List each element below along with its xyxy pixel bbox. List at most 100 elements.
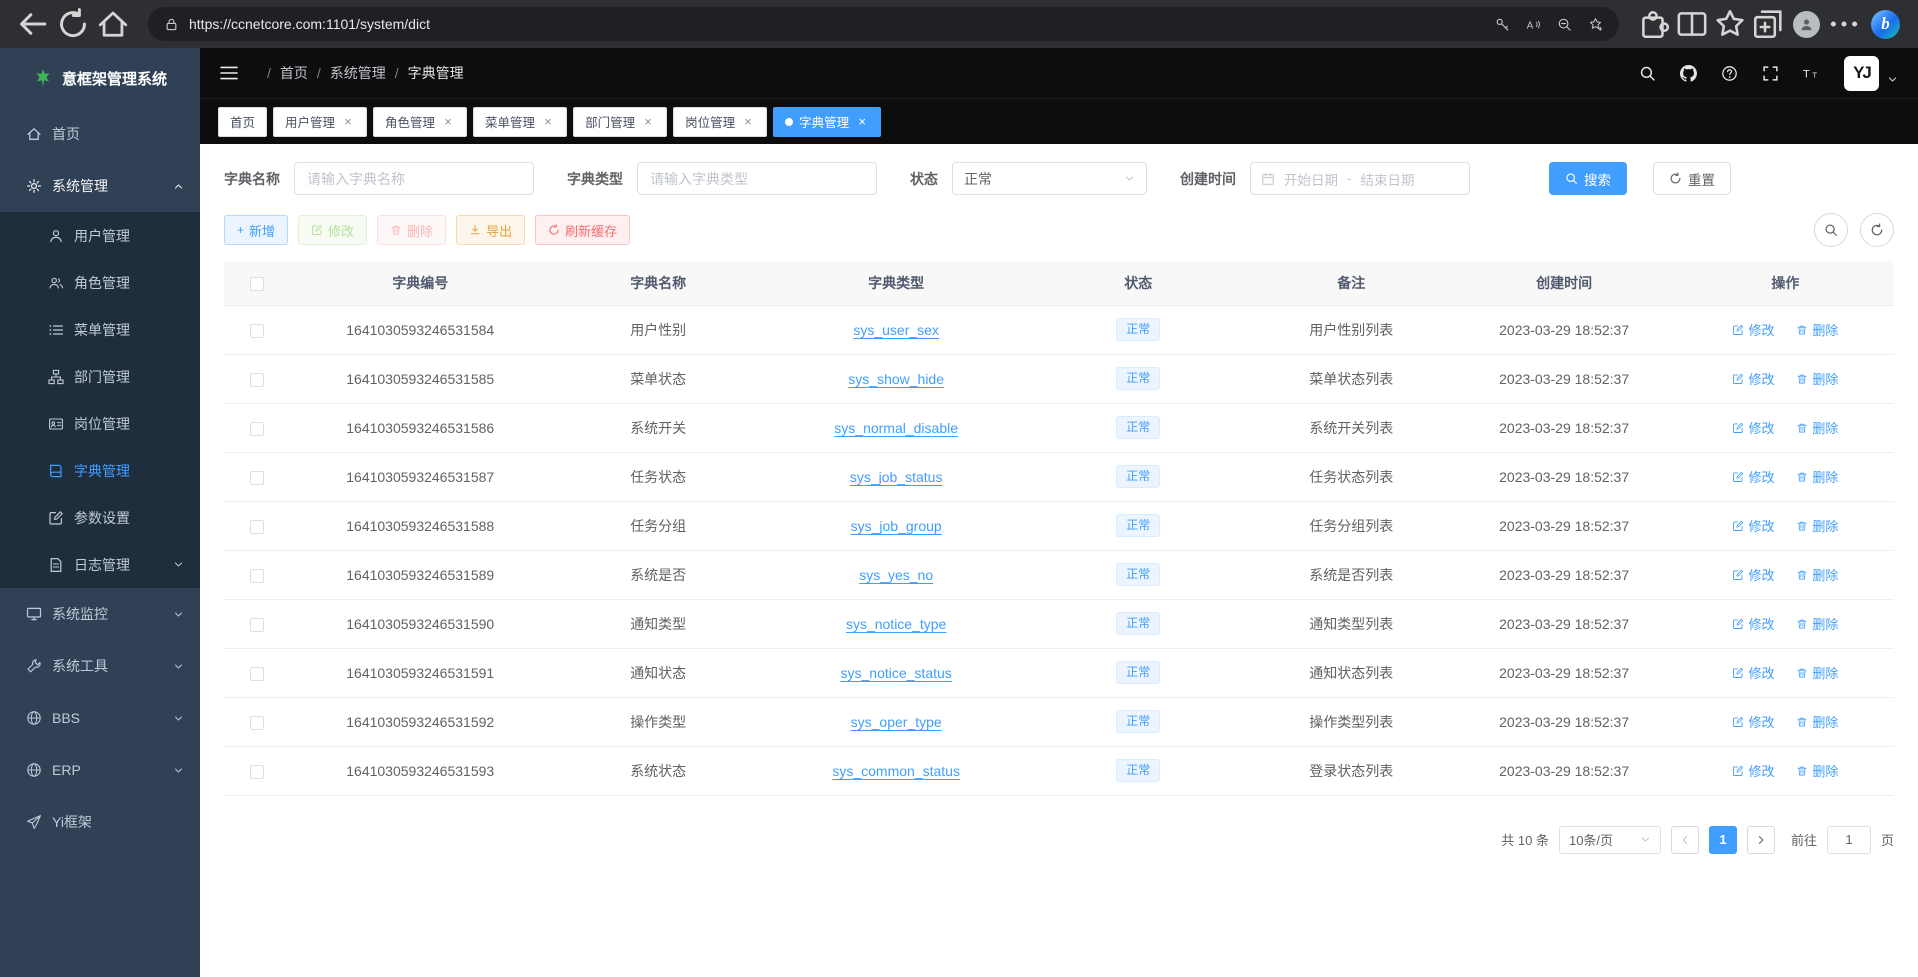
select-all-checkbox[interactable] [250,277,264,291]
row-checkbox[interactable] [250,422,264,436]
row-checkbox[interactable] [250,324,264,338]
page-size-select[interactable]: 10条/页 [1559,826,1661,854]
row-checkbox[interactable] [250,373,264,387]
profile-avatar[interactable] [1789,7,1823,41]
dict-type-link[interactable]: sys_normal_disable [834,420,958,436]
sidebar-item[interactable]: 角色管理 [0,259,200,306]
toolbar-button[interactable]: + 新增 [224,215,288,245]
sidebar-item[interactable]: 岗位管理 [0,400,200,447]
tab[interactable]: 岗位管理 × [673,107,767,137]
favorites-star-icon[interactable] [1713,7,1747,41]
sidebar-item[interactable]: 日志管理 [0,541,200,588]
dict-type-link[interactable]: sys_user_sex [853,322,939,338]
toolbar-button[interactable]: 修改 [298,215,367,245]
row-checkbox[interactable] [250,520,264,534]
toolbar-button[interactable]: 导出 [456,215,525,245]
breadcrumb-item[interactable]: 首页 [280,63,308,83]
row-edit-link[interactable]: 修改 [1732,516,1774,535]
dict-type-link[interactable]: sys_notice_type [846,616,946,632]
tab[interactable]: 用户管理 × [273,107,367,137]
dict-type-input[interactable] [637,162,877,195]
dict-name-input[interactable] [294,162,534,195]
search-icon[interactable] [1639,65,1656,82]
url-text[interactable]: https://ccnetcore.com:1101/system/dict [189,16,1485,32]
key-icon[interactable] [1495,17,1510,32]
row-edit-link[interactable]: 修改 [1732,614,1774,633]
dict-type-link[interactable]: sys_show_hide [848,371,944,387]
row-edit-link[interactable]: 修改 [1732,663,1774,682]
font-size-icon[interactable]: TT [1803,65,1820,82]
next-page-button[interactable] [1747,826,1775,854]
row-edit-link[interactable]: 修改 [1732,467,1774,486]
tab[interactable]: 首页 [218,107,267,137]
hamburger-icon[interactable] [220,64,238,82]
fullscreen-icon[interactable] [1762,65,1779,82]
dict-type-link[interactable]: sys_job_status [850,469,943,485]
toggle-search-button[interactable] [1814,213,1848,247]
dict-type-link[interactable]: sys_yes_no [859,567,933,583]
sidebar-item[interactable]: 用户管理 [0,212,200,259]
github-icon[interactable] [1680,65,1697,82]
star-plus-icon[interactable] [1588,17,1603,32]
question-circle-icon[interactable] [1721,65,1738,82]
row-delete-link[interactable]: 删除 [1796,565,1838,584]
search-button[interactable]: 搜索 [1549,162,1627,195]
row-edit-link[interactable]: 修改 [1732,712,1774,731]
row-checkbox[interactable] [250,765,264,779]
date-range-picker[interactable]: 开始日期 - 结束日期 [1250,162,1470,195]
row-edit-link[interactable]: 修改 [1732,369,1774,388]
back-icon[interactable] [16,7,50,41]
row-delete-link[interactable]: 删除 [1796,614,1838,633]
row-delete-link[interactable]: 删除 [1796,418,1838,437]
toolbar-button[interactable]: 删除 [377,215,446,245]
home-icon[interactable] [96,7,130,41]
tab[interactable]: 角色管理 × [373,107,467,137]
sidebar-item[interactable]: 系统监控 [0,588,200,640]
address-bar[interactable]: https://ccnetcore.com:1101/system/dict A [148,7,1619,41]
row-edit-link[interactable]: 修改 [1732,761,1774,780]
split-screen-icon[interactable] [1675,7,1709,41]
sidebar-item[interactable]: 部门管理 [0,353,200,400]
sidebar-item[interactable]: BBS [0,692,200,744]
reset-button[interactable]: 重置 [1653,162,1731,195]
row-edit-link[interactable]: 修改 [1732,418,1774,437]
close-icon[interactable]: × [341,115,355,129]
row-edit-link[interactable]: 修改 [1732,320,1774,339]
caret-down-icon[interactable] [1887,74,1898,85]
yi-logo[interactable]: YJ [1844,56,1879,91]
breadcrumb-item[interactable]: 系统管理 [330,63,386,83]
refresh-icon[interactable] [56,7,90,41]
sidebar-item[interactable]: ERP [0,744,200,796]
row-delete-link[interactable]: 删除 [1796,369,1838,388]
close-icon[interactable]: × [541,115,555,129]
status-select[interactable]: 正常 [952,162,1147,195]
close-icon[interactable]: × [441,115,455,129]
breadcrumb-item[interactable]: 字典管理 [408,63,464,83]
read-aloud-icon[interactable]: A [1526,17,1541,32]
tab[interactable]: 菜单管理 × [473,107,567,137]
copilot-icon[interactable]: b [1871,10,1900,39]
zoom-out-icon[interactable] [1557,17,1572,32]
sidebar-item[interactable]: 参数设置 [0,494,200,541]
row-checkbox[interactable] [250,569,264,583]
puzzle-icon[interactable] [1637,7,1671,41]
sidebar-item[interactable]: 系统管理 [0,160,200,212]
row-checkbox[interactable] [250,471,264,485]
row-delete-link[interactable]: 删除 [1796,663,1838,682]
tab[interactable]: 字典管理 × [773,107,881,137]
dict-type-link[interactable]: sys_common_status [832,763,960,779]
goto-page-input[interactable] [1827,826,1871,854]
sidebar-item[interactable]: 菜单管理 [0,306,200,353]
dict-type-link[interactable]: sys_oper_type [851,714,942,730]
row-delete-link[interactable]: 删除 [1796,712,1838,731]
row-edit-link[interactable]: 修改 [1732,565,1774,584]
close-icon[interactable]: × [641,115,655,129]
row-delete-link[interactable]: 删除 [1796,761,1838,780]
dict-type-link[interactable]: sys_job_group [851,518,942,534]
prev-page-button[interactable] [1671,826,1699,854]
tab[interactable]: 部门管理 × [573,107,667,137]
current-page-button[interactable]: 1 [1709,826,1737,854]
row-delete-link[interactable]: 删除 [1796,467,1838,486]
row-checkbox[interactable] [250,716,264,730]
toolbar-button[interactable]: 刷新缓存 [535,215,630,245]
